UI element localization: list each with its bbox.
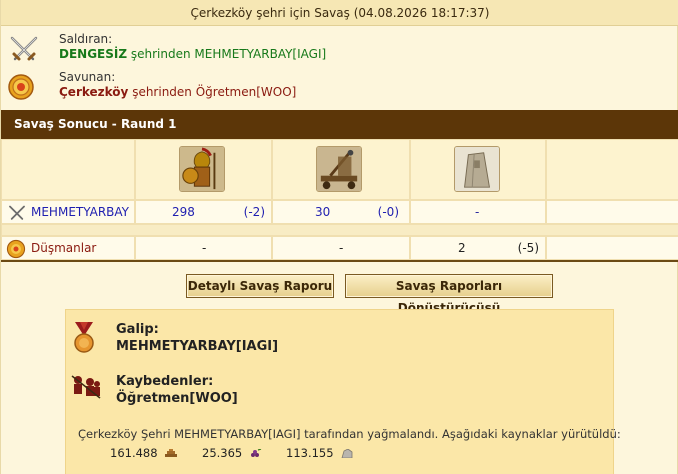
table-cell: - bbox=[272, 236, 410, 260]
table-corner-cell bbox=[1, 139, 135, 200]
detailed-report-button[interactable]: Detaylı Savaş Raporu bbox=[186, 274, 334, 298]
resource-amount: 161.488 bbox=[110, 446, 158, 460]
defender-line: Çerkezköy şehrinden Öğretmen[WOO] bbox=[59, 85, 296, 99]
winner-label: Galip: bbox=[116, 322, 159, 337]
winner-name[interactable]: MEHMETYARBAY[IAGI] bbox=[116, 339, 278, 354]
catapult-unit-icon[interactable] bbox=[316, 146, 362, 192]
attacker-line: DENGESİZ şehrinden MEHMETYARBAY[IAGI] bbox=[59, 47, 326, 61]
resource-amount: 113.155 bbox=[286, 446, 334, 460]
unit-loss: (-5) bbox=[517, 241, 539, 255]
fallen-soldiers-icon bbox=[71, 375, 101, 399]
attacker-from-text: şehrinden bbox=[127, 47, 195, 61]
attacker-section: Saldıran: DENGESİZ şehrinden MEHMETYARBA… bbox=[7, 32, 667, 68]
stone-wall-unit-icon[interactable] bbox=[454, 146, 500, 192]
table-bottom-divider bbox=[1, 260, 678, 262]
shield-target-icon bbox=[6, 239, 26, 259]
table-row: MEHMETYARBAY bbox=[1, 200, 135, 224]
loser-name[interactable]: Öğretmen[WOO] bbox=[116, 391, 238, 406]
defender-from-text: şehrinden bbox=[128, 85, 196, 99]
unit-header-cell bbox=[410, 139, 546, 200]
unit-loss: (-2) bbox=[243, 205, 265, 219]
hoplite-unit-icon[interactable] bbox=[179, 146, 225, 192]
battle-summary-box: Galip: MEHMETYARBAY[IAGI] Kaybedenler: Ö… bbox=[65, 309, 621, 474]
resource-wood: 161.488 bbox=[110, 446, 178, 460]
table-cell: 30 (-0) bbox=[272, 200, 410, 224]
resource-wine: 25.365 bbox=[202, 446, 262, 460]
attacker-city[interactable]: DENGESİZ bbox=[59, 47, 127, 61]
marble-icon bbox=[341, 449, 353, 458]
table-cell: 298 (-2) bbox=[135, 200, 272, 224]
table-cell: - bbox=[135, 236, 272, 260]
defender-city[interactable]: Çerkezköy bbox=[59, 85, 128, 99]
report-title: Çerkezköy şehri için Savaş (04.08.2026 1… bbox=[1, 0, 678, 26]
attacker-player[interactable]: MEHMETYARBAY[IAGI] bbox=[194, 47, 326, 61]
battle-report-panel: Çerkezköy şehri için Savaş (04.08.2026 1… bbox=[0, 0, 678, 474]
table-filler-cell bbox=[546, 236, 678, 260]
crossed-swords-icon bbox=[9, 205, 25, 220]
table-row: Düşmanlar bbox=[1, 236, 135, 260]
row-enemy-name: Düşmanlar bbox=[31, 241, 97, 255]
unit-count: 298 bbox=[172, 205, 195, 219]
table-cell: - bbox=[410, 200, 546, 224]
unit-header-cell bbox=[272, 139, 410, 200]
report-converter-button[interactable]: Savaş Raporları Dönüştürücüsü bbox=[345, 274, 553, 315]
row-player-name[interactable]: MEHMETYARBAY bbox=[31, 205, 129, 219]
defender-section: Savunan: Çerkezköy şehrinden Öğretmen[WO… bbox=[7, 70, 667, 106]
battle-result-header: Savaş Sonucu - Raund 1 bbox=[1, 110, 678, 139]
row-spacer bbox=[1, 224, 678, 236]
resource-amount: 25.365 bbox=[202, 446, 243, 460]
defender-player[interactable]: Öğretmen[WOO] bbox=[196, 85, 297, 99]
resource-marble: 113.155 bbox=[286, 446, 353, 460]
unit-count: 2 bbox=[458, 241, 466, 255]
unit-count: - bbox=[202, 241, 207, 255]
table-filler-cell bbox=[546, 200, 678, 224]
plunder-text: Çerkezköy Şehri MEHMETYARBAY[IAGI] taraf… bbox=[78, 427, 621, 441]
unit-count: - bbox=[475, 205, 480, 219]
defender-role-label: Savunan: bbox=[59, 70, 116, 84]
unit-count: 30 bbox=[315, 205, 331, 219]
unit-header-cell bbox=[135, 139, 272, 200]
medal-icon bbox=[74, 322, 94, 353]
table-filler-cell bbox=[546, 139, 678, 200]
wood-icon bbox=[165, 449, 178, 457]
attacker-role-label: Saldıran: bbox=[59, 32, 113, 46]
wine-icon bbox=[250, 449, 262, 457]
unit-count: - bbox=[339, 241, 344, 255]
losers-label: Kaybedenler: bbox=[116, 374, 214, 389]
unit-loss: (-0) bbox=[377, 205, 399, 219]
crossed-swords-icon bbox=[10, 36, 38, 61]
table-cell: 2 (-5) bbox=[410, 236, 546, 260]
shield-target-icon bbox=[8, 74, 34, 100]
